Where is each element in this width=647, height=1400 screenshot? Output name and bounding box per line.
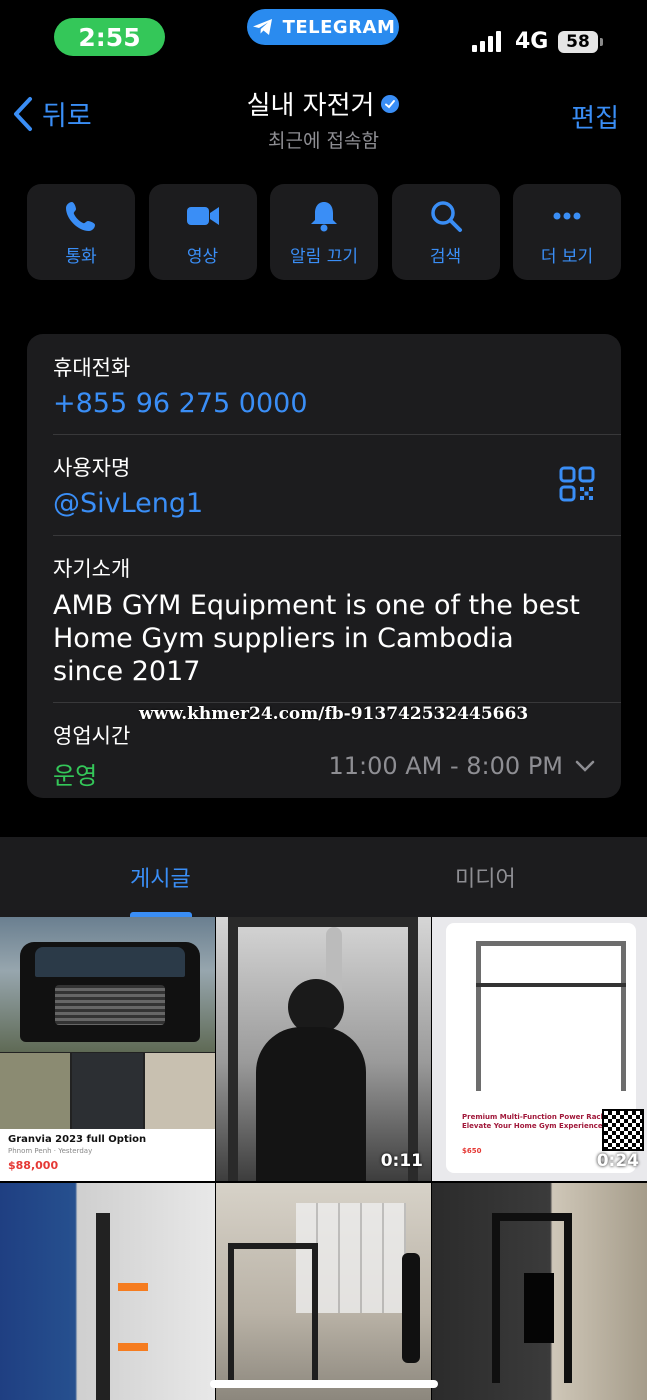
search-button[interactable]: 검색 (391, 184, 500, 280)
van-location: Phnom Penh · Yesterday (8, 1147, 93, 1155)
power-rack-ad: Premium Multi-Function Power Rack - Elev… (432, 917, 647, 1181)
network-type: 4G (515, 29, 549, 54)
username-value[interactable]: @SivLeng1 (53, 488, 621, 519)
van-listing-card: Granvia 2023 full Option Phnom Penh · Ye… (0, 1129, 215, 1181)
telegram-icon (252, 19, 272, 35)
content-tabs: 게시글 미디어 (0, 837, 647, 917)
more-label: 더 보기 (540, 246, 594, 267)
username-label: 사용자명 (53, 456, 131, 480)
page-title: 실내 자전거 (247, 85, 401, 122)
media-item-video[interactable]: 0:11 (216, 917, 431, 1181)
rack-title: Premium Multi-Function Power Rack - Elev… (462, 1113, 611, 1130)
media-item-van[interactable]: Granvia 2023 full Option Phnom Penh · Ye… (0, 917, 215, 1181)
call-label: 통화 (65, 246, 97, 267)
search-label: 검색 (429, 246, 462, 267)
watermark: www.khmer24.com/fb-913742532445663 (139, 704, 529, 724)
video-label: 영상 (186, 246, 219, 267)
hours-row[interactable]: 영업시간 운영 (53, 720, 130, 791)
hours-status: 운영 (53, 762, 98, 790)
media-item-photo[interactable] (432, 1183, 647, 1400)
qr-code-image (602, 1109, 644, 1151)
van-price: $88,000 (8, 1159, 59, 1172)
action-bar: 통화 영상 알림 끄기 검색 더 보기 (27, 184, 621, 280)
phone-icon (66, 201, 95, 231)
last-seen: 최근에 접속함 (268, 130, 379, 152)
van-thumbnails (0, 1053, 215, 1129)
hours-value-toggle[interactable]: 11:00 AM - 8:00 PM (328, 752, 595, 780)
bio-text: AMB GYM Equipment is one of the best Hom… (53, 590, 580, 687)
search-icon (430, 200, 462, 232)
video-duration: 0:11 (380, 1151, 423, 1171)
divider (53, 434, 621, 435)
chevron-down-icon (575, 760, 595, 772)
battery-icon: 58 (558, 31, 598, 53)
mute-button[interactable]: 알림 끄기 (270, 184, 378, 280)
video-duration: 0:24 (596, 1151, 639, 1171)
tab-media[interactable]: 미디어 (455, 861, 516, 893)
phone-number[interactable]: +855 96 275 0000 (53, 388, 621, 419)
qr-code-icon[interactable] (559, 466, 595, 502)
van-photo (0, 917, 215, 1052)
media-item-video[interactable]: Premium Multi-Function Power Rack - Elev… (432, 917, 647, 1181)
home-indicator[interactable] (210, 1380, 438, 1388)
username-row[interactable]: 사용자명 @SivLeng1 (53, 452, 621, 519)
media-grid: Granvia 2023 full Option Phnom Penh · Ye… (0, 917, 647, 1400)
battery-tip (600, 38, 603, 46)
status-bar: 2:55 TELEGRAM 4G 58 (0, 0, 647, 80)
hours-label: 영업시간 (53, 724, 131, 748)
info-card: 휴대전화 +855 96 275 0000 사용자명 @SivLeng1 자기소… (27, 334, 621, 798)
more-dots-icon (553, 212, 581, 219)
edit-button[interactable]: 편집 (571, 98, 619, 135)
status-time: 2:55 (54, 18, 165, 56)
divider (53, 702, 621, 703)
media-item-photo[interactable] (216, 1183, 431, 1400)
profile-name: 실내 자전거 (246, 91, 375, 121)
signal-icon (472, 30, 501, 52)
media-item-photo[interactable] (0, 1183, 215, 1400)
phone-row[interactable]: 휴대전화 +855 96 275 0000 (53, 352, 621, 419)
van-title: Granvia 2023 full Option (8, 1134, 147, 1145)
profile-header: 실내 자전거 최근에 접속함 (0, 85, 647, 153)
verified-badge-icon (381, 94, 400, 113)
phone-label: 휴대전화 (53, 356, 131, 380)
telegram-pill-label: TELEGRAM (282, 16, 396, 38)
gym-photo (432, 1183, 647, 1400)
gym-photo (216, 1183, 431, 1400)
gym-photo-bw (216, 917, 431, 1181)
call-button[interactable]: 통화 (27, 184, 135, 280)
video-camera-icon (186, 206, 219, 225)
divider (53, 535, 621, 536)
gym-photo (0, 1183, 215, 1400)
tab-posts[interactable]: 게시글 (130, 861, 191, 893)
rack-price: $650 (462, 1147, 482, 1155)
bio-label: 자기소개 (53, 557, 131, 581)
bio-row: 자기소개 AMB GYM Equipment is one of the bes… (53, 553, 621, 688)
telegram-pill[interactable]: TELEGRAM (247, 9, 399, 45)
video-button[interactable]: 영상 (148, 184, 257, 280)
mute-label: 알림 끄기 (290, 246, 358, 267)
more-button[interactable]: 더 보기 (513, 184, 621, 280)
bell-icon (311, 201, 337, 231)
hours-value: 11:00 AM - 8:00 PM (328, 752, 563, 780)
